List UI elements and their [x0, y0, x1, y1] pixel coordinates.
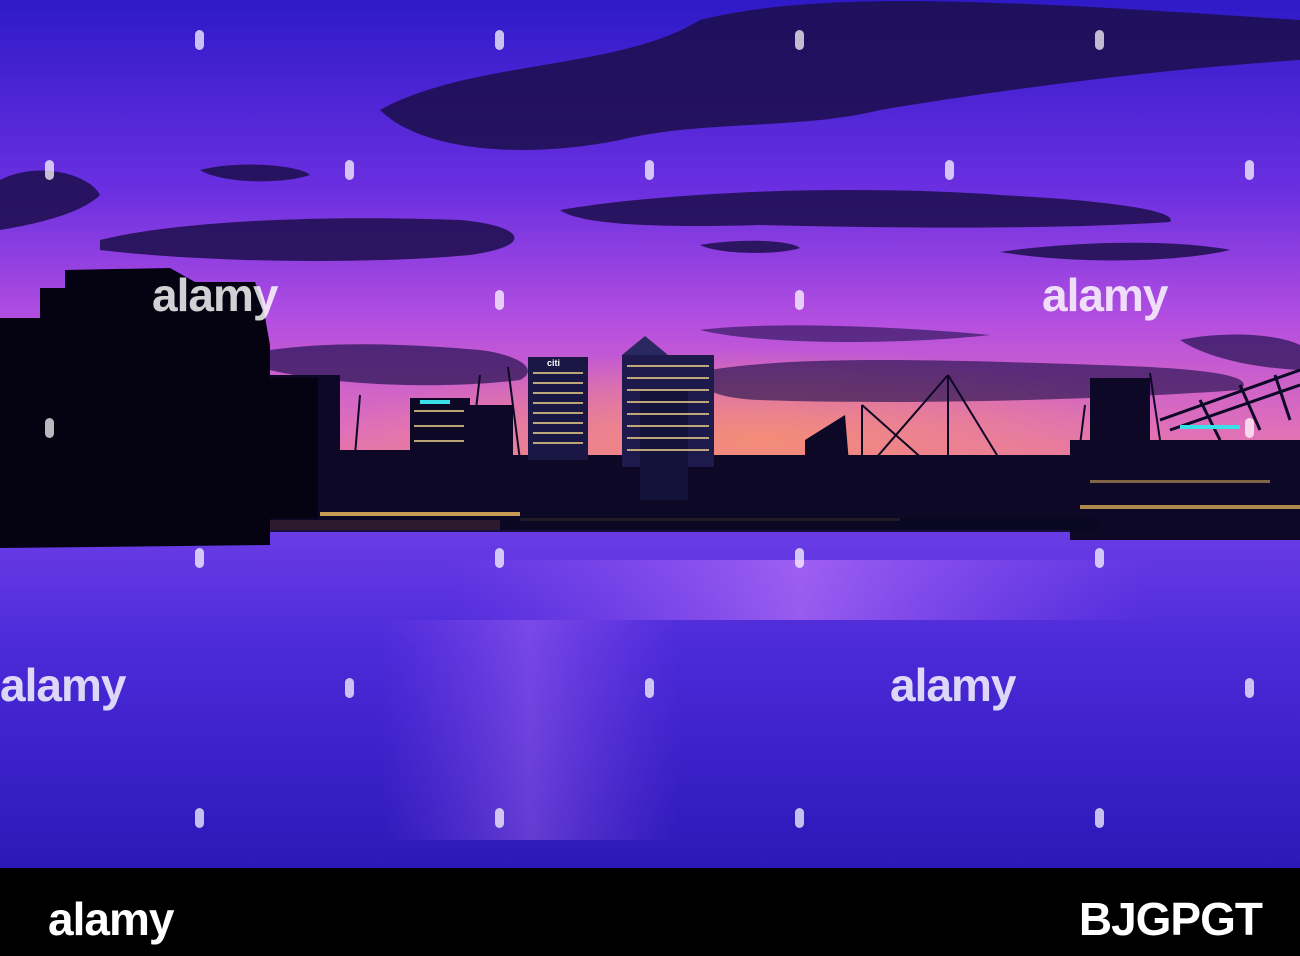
- watermark-dot: [1245, 678, 1254, 698]
- quay-edge: [270, 518, 1100, 532]
- watermark-dot: [1245, 418, 1254, 438]
- watermark-dot: [645, 160, 654, 180]
- watermark-dot: [1245, 160, 1254, 180]
- watermark-logo: alamy: [152, 269, 278, 321]
- watermark-dot: [1095, 548, 1104, 568]
- watermark-dot: [495, 548, 504, 568]
- watermark-logo: alamy: [1042, 269, 1168, 321]
- watermark-dot: [495, 808, 504, 828]
- watermark-dot: [195, 30, 204, 50]
- watermark-dot: [1095, 30, 1104, 50]
- watermark-logo: alamy: [890, 659, 1016, 711]
- cityscape-photo: citi: [0, 0, 1300, 868]
- watermark-dot: [495, 30, 504, 50]
- footer-bar: alamy BJGPGT: [0, 868, 1300, 956]
- watermark-dot: [195, 808, 204, 828]
- watermark-dot: [45, 160, 54, 180]
- watermark-dot: [795, 290, 804, 310]
- watermark-dot: [645, 678, 654, 698]
- watermark-dot: [495, 290, 504, 310]
- watermark-dot: [45, 418, 54, 438]
- photo: citi alamy alamy alamy alamy: [0, 0, 1300, 868]
- watermark-dot: [345, 160, 354, 180]
- watermark-dot: [795, 548, 804, 568]
- water-reflection: [450, 560, 1150, 620]
- watermark-dot: [1095, 808, 1104, 828]
- citi-sign: citi: [547, 358, 560, 368]
- watermark-logo: alamy: [0, 659, 126, 711]
- watermark-dot: [195, 548, 204, 568]
- image-id: BJGPGT: [1078, 893, 1263, 945]
- watermark-dot: [795, 30, 804, 50]
- watermark-dot: [945, 160, 954, 180]
- water-shimmer: [380, 620, 680, 840]
- footer-logo: alamy: [48, 893, 174, 945]
- watermark-dot: [795, 808, 804, 828]
- watermark-dot: [345, 678, 354, 698]
